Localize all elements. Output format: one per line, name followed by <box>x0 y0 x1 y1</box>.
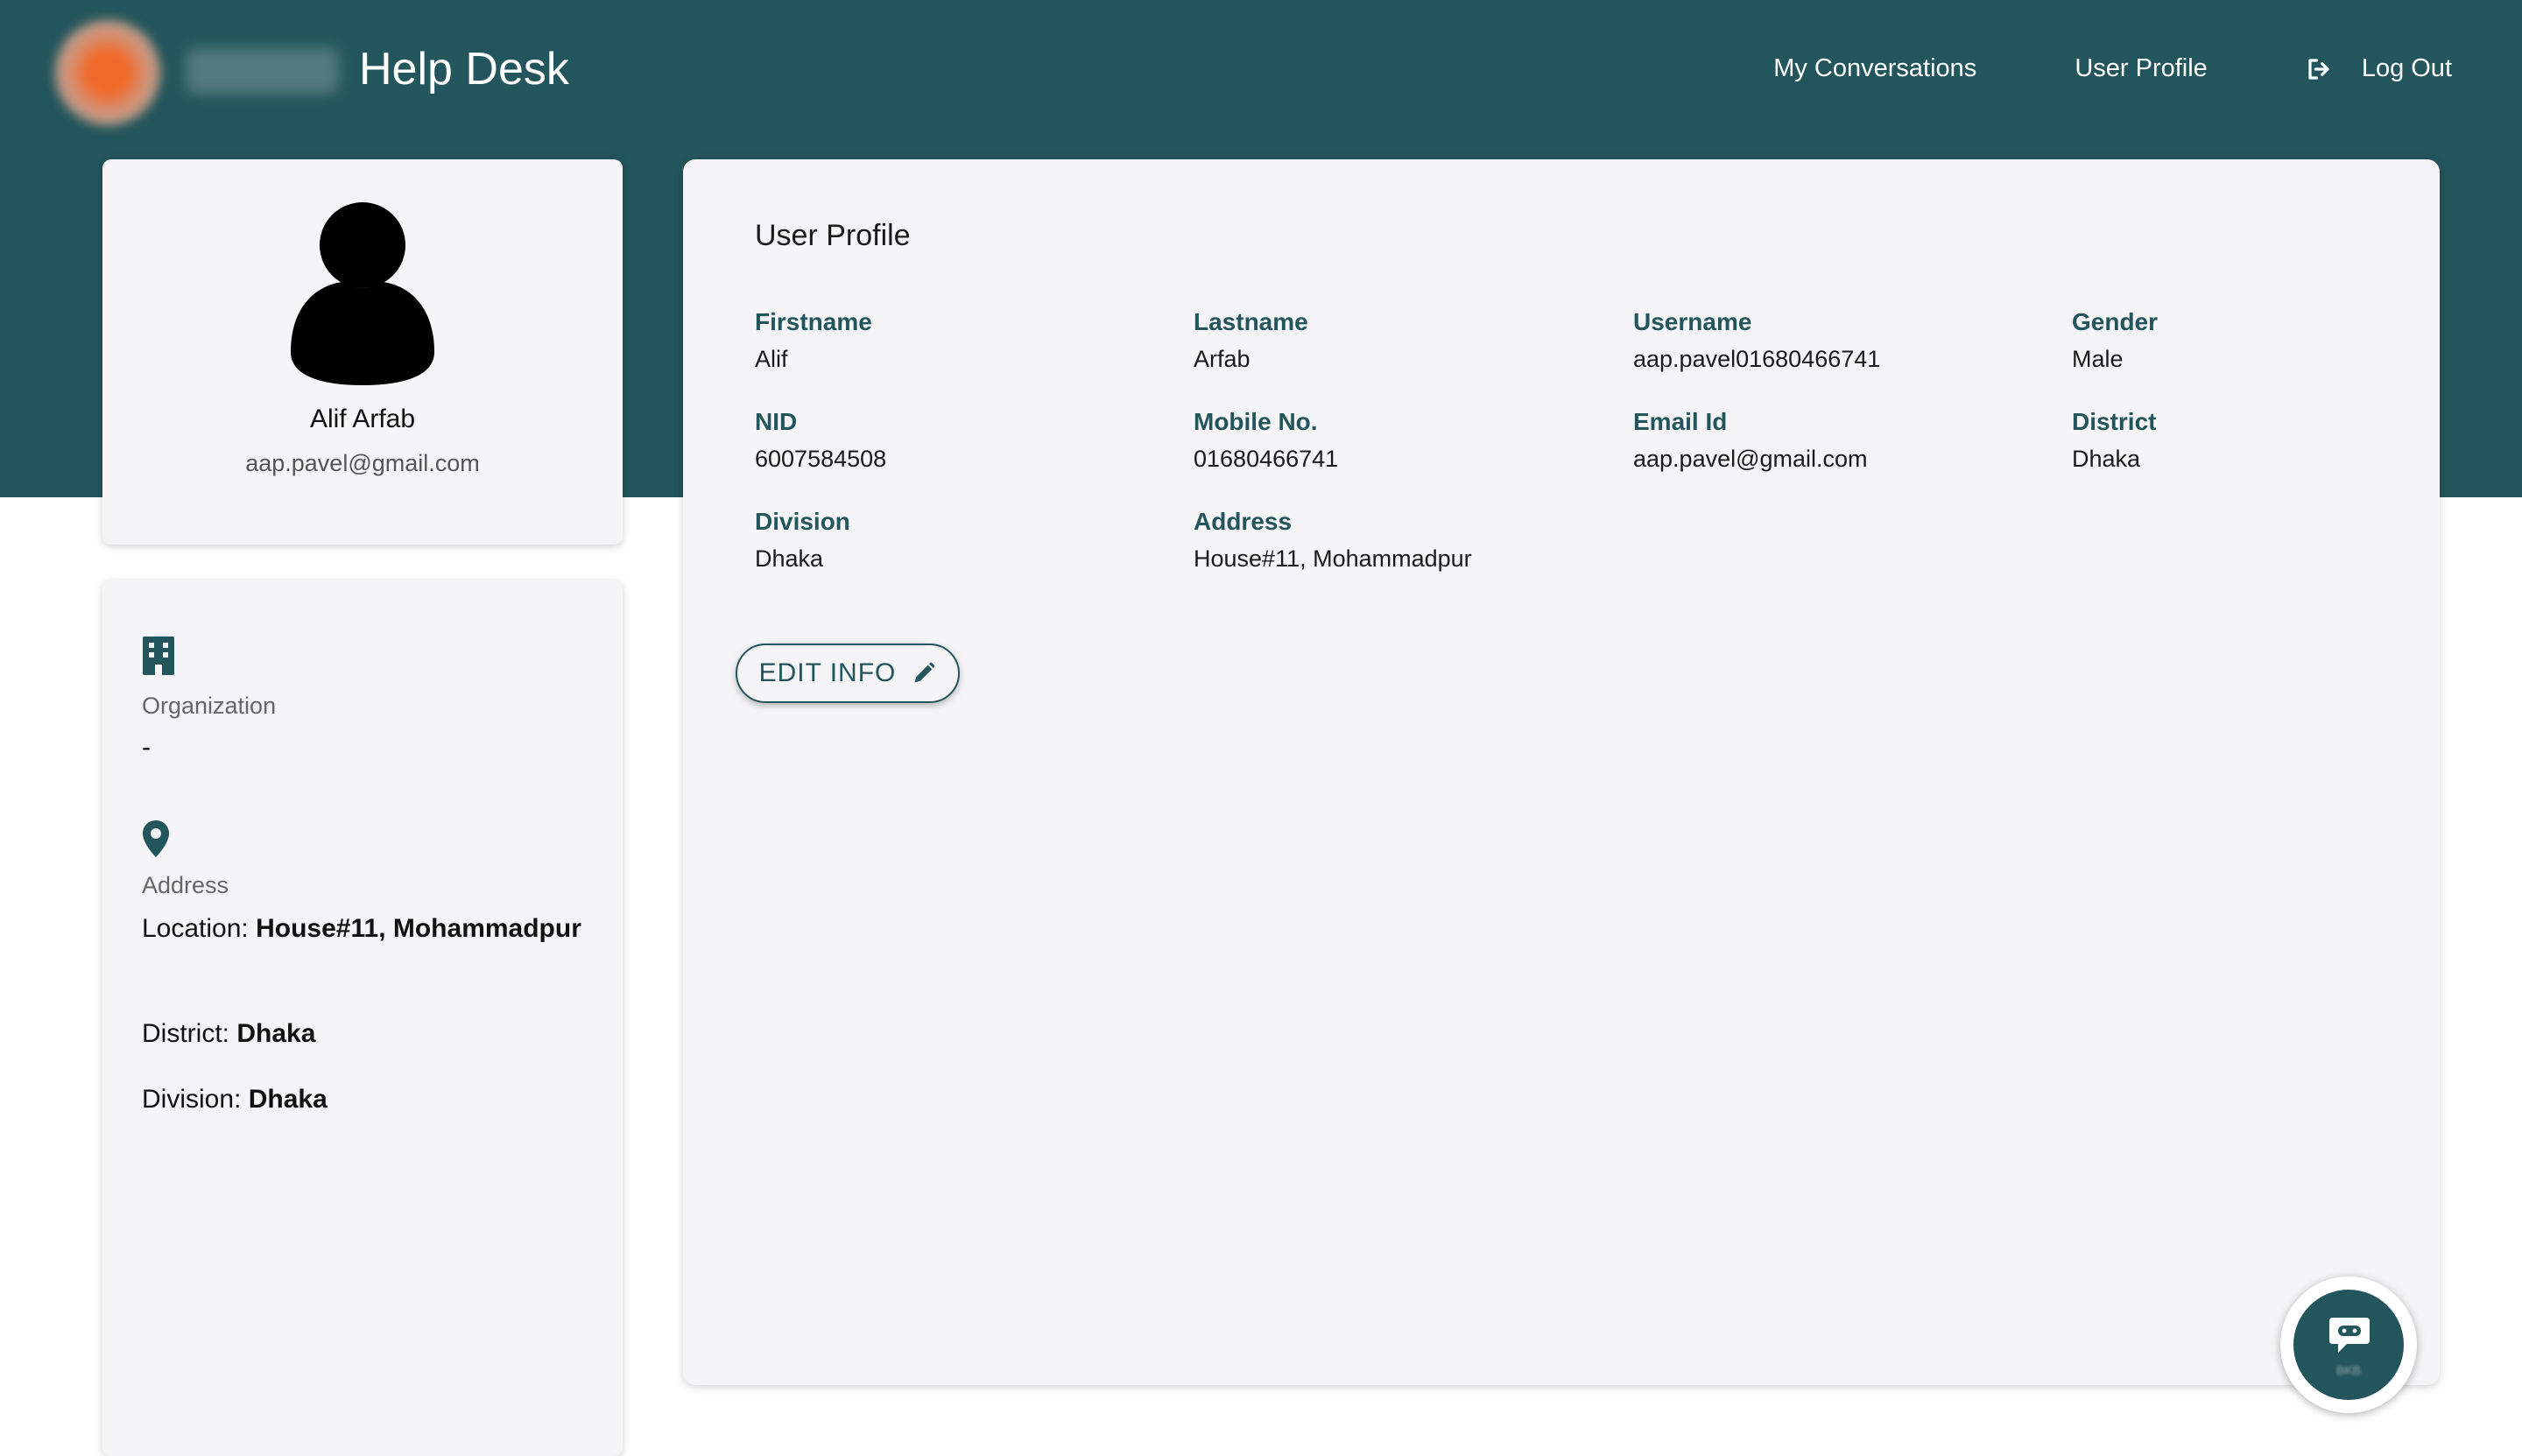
field-value-lastname: Arfab <box>1194 346 1250 372</box>
building-icon <box>143 637 174 675</box>
field-label-address: Address <box>1194 508 1293 535</box>
division-label: Division: <box>142 1085 242 1114</box>
profile-name: Alif Arfab <box>309 404 416 433</box>
field-label-firstname: Firstname <box>755 308 872 335</box>
organization-value: - <box>142 733 151 762</box>
address-division: Division: Dhaka <box>142 1080 597 1119</box>
field-value-firstname: Alif <box>755 346 788 372</box>
location-pin-icon <box>143 820 169 857</box>
field-label-mobile: Mobile No. <box>1194 408 1318 435</box>
logout-icon <box>2308 58 2329 80</box>
address-location: Location: House#11, Mohammadpur <box>142 910 597 948</box>
nav-my-conversations[interactable]: My Conversations <box>1773 54 1976 83</box>
field-value-district: Dhaka <box>2072 446 2141 472</box>
user-avatar-icon <box>291 202 434 385</box>
field-value-mobile: 01680466741 <box>1194 446 1339 472</box>
field-value-email: aap.pavel@gmail.com <box>1633 446 1868 472</box>
edit-info-label: EDIT INFO <box>758 658 897 687</box>
info-card: Organization - Address Location: House#1… <box>102 580 623 1456</box>
chatbot-inner: BKB <box>2293 1290 2404 1400</box>
nav-log-out[interactable]: Log Out <box>2306 54 2452 83</box>
nav-log-out-label: Log Out <box>2361 54 2452 82</box>
field-value-address: House#11, Mohammadpur <box>1194 545 1472 572</box>
brand-logo[interactable] <box>51 16 165 130</box>
brand-logo-text <box>186 48 339 94</box>
chatbot-label: BKB <box>2335 1363 2361 1377</box>
nav-user-profile[interactable]: User Profile <box>2075 54 2208 83</box>
top-nav: My Conversations User Profile Log Out <box>1773 54 2452 83</box>
section-title: User Profile <box>755 219 911 252</box>
edit-info-button[interactable]: EDIT INFO <box>736 644 960 703</box>
field-value-gender: Male <box>2072 346 2124 372</box>
field-value-nid: 6007584508 <box>755 446 887 472</box>
district-value: Dhaka <box>236 1019 316 1048</box>
field-label-username: Username <box>1633 308 1752 335</box>
division-value: Dhaka <box>248 1085 328 1114</box>
app-title: Help Desk <box>359 44 569 95</box>
field-label-lastname: Lastname <box>1194 308 1308 335</box>
chatbot-launcher[interactable]: BKB <box>2280 1277 2417 1413</box>
user-profile-card: User Profile Firstname Alif Lastname Arf… <box>683 159 2440 1385</box>
address-label: Address <box>142 872 229 898</box>
address-district: District: Dhaka <box>142 1015 597 1053</box>
chatbot-icon <box>2329 1318 2370 1353</box>
pencil-icon <box>914 662 935 683</box>
field-label-district: District <box>2072 408 2157 435</box>
profile-email: aap.pavel@gmail.com <box>245 450 480 476</box>
organization-label: Organization <box>142 693 277 719</box>
field-label-email: Email Id <box>1633 408 1728 435</box>
field-label-nid: NID <box>755 408 798 435</box>
district-label: District: <box>142 1019 229 1048</box>
location-label: Location: <box>142 914 249 943</box>
location-value: House#11, Mohammadpur <box>256 914 581 943</box>
field-label-division: Division <box>755 508 850 535</box>
field-label-gender: Gender <box>2072 308 2159 335</box>
field-value-username: aap.pavel01680466741 <box>1633 346 1881 372</box>
field-value-division: Dhaka <box>755 545 824 572</box>
profile-card: Alif Arfab aap.pavel@gmail.com <box>102 159 623 545</box>
